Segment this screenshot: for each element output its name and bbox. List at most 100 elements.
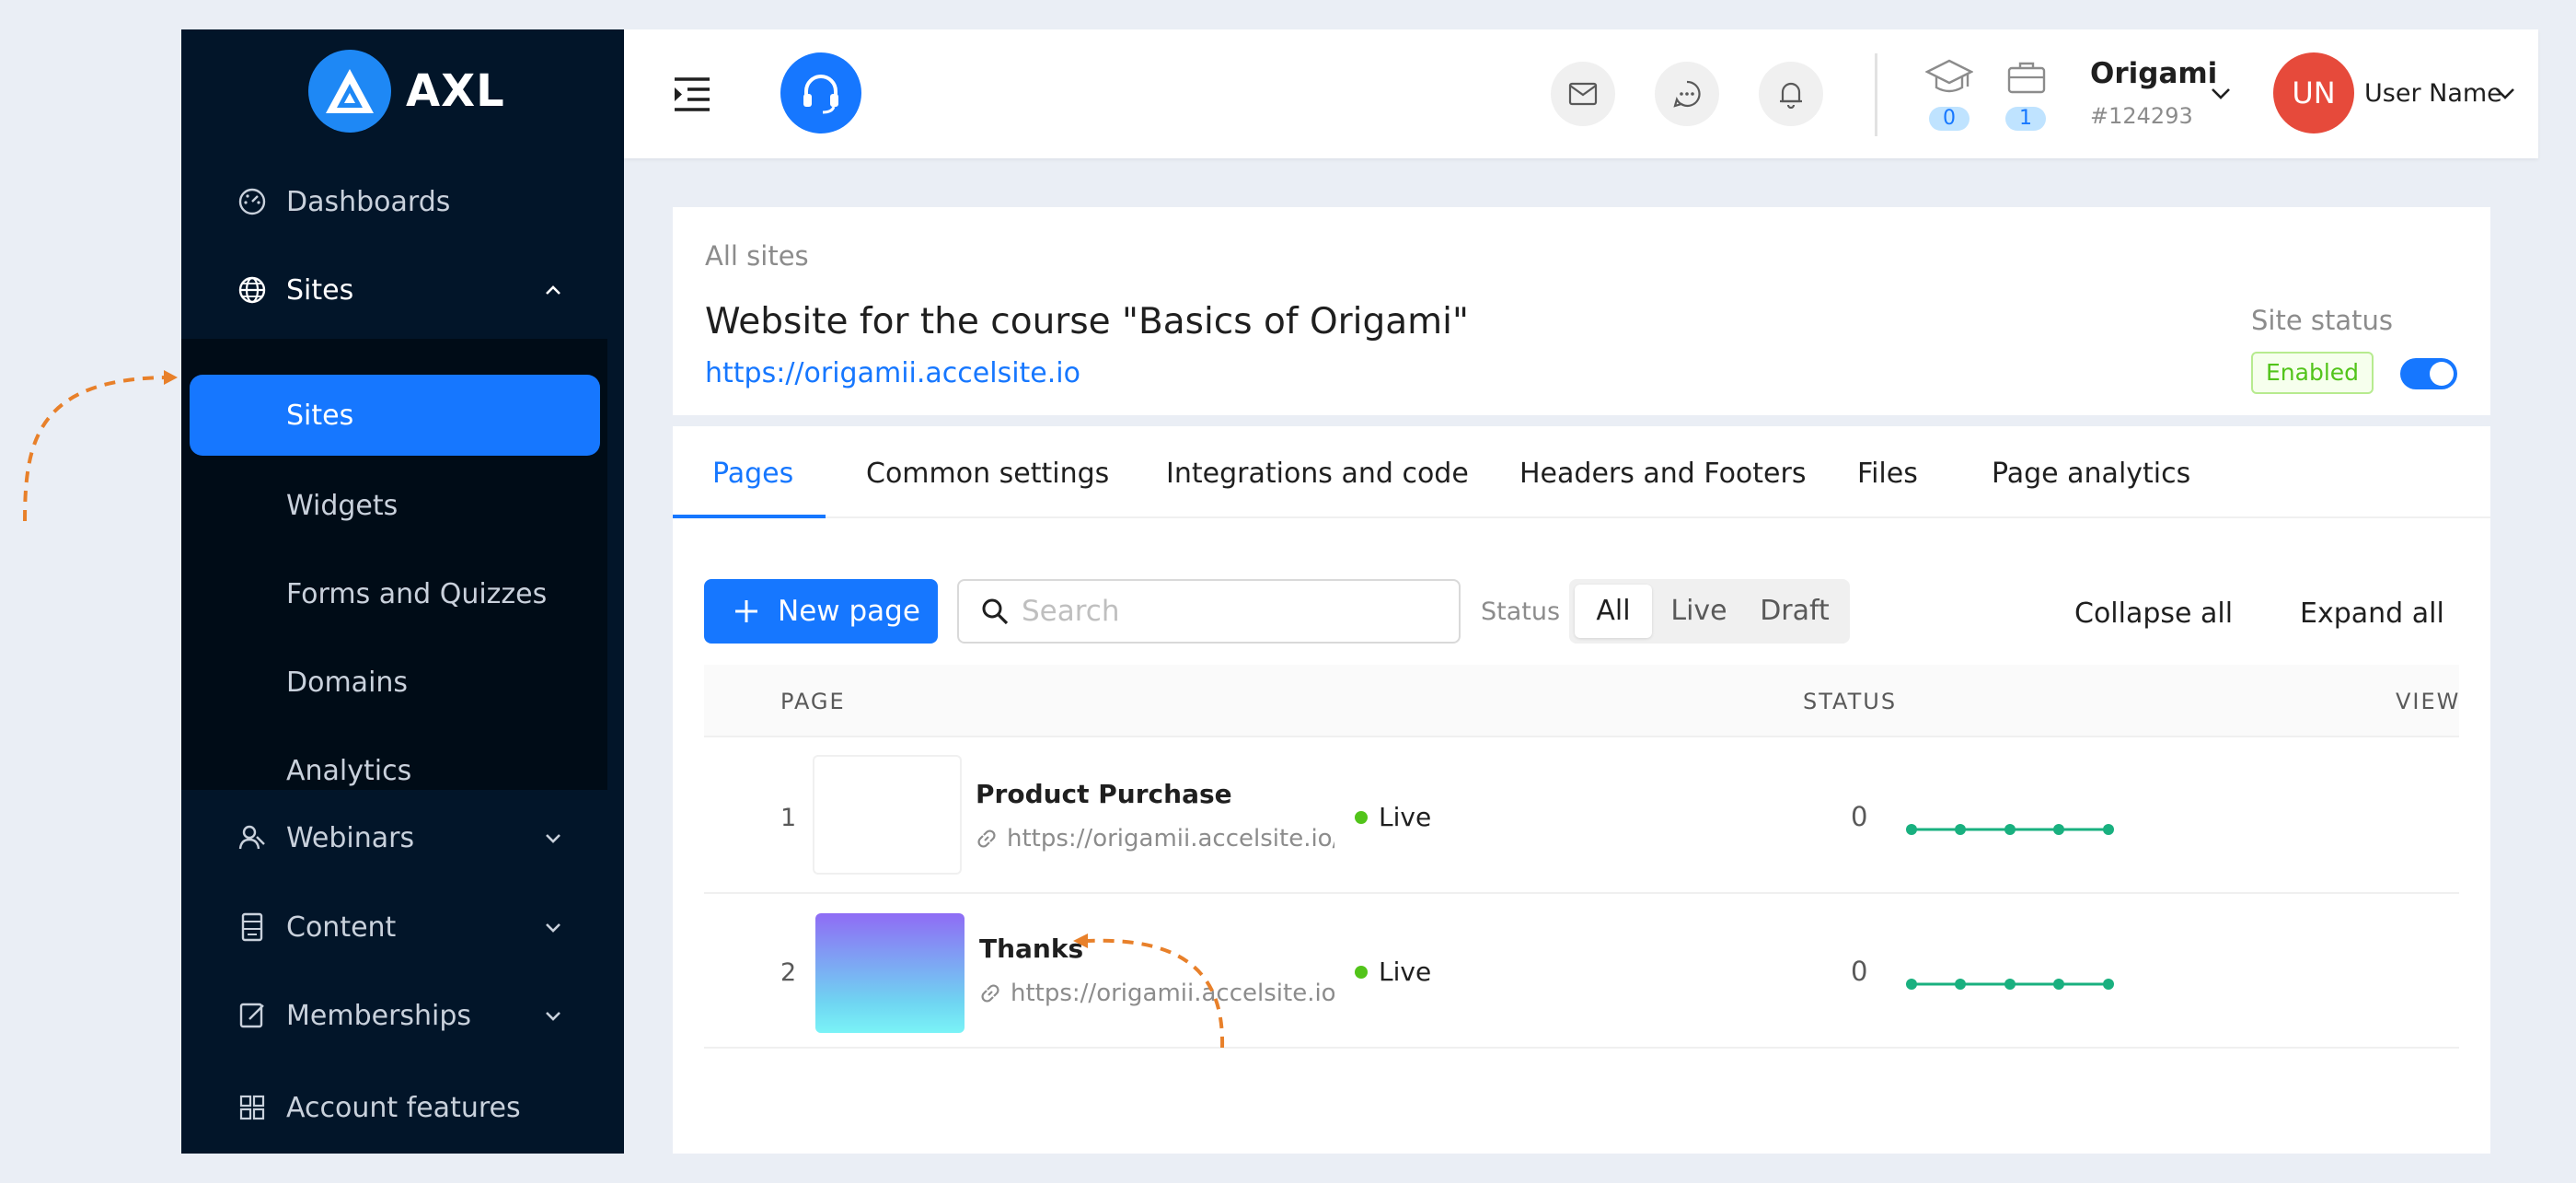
tab-page-analytics[interactable]: Page analytics — [1992, 458, 2190, 490]
tab-pages[interactable]: Pages — [712, 458, 793, 490]
courses-count-badge: 0 — [1929, 107, 1970, 131]
user-name[interactable]: User Name — [2364, 79, 2502, 108]
tab-files[interactable]: Files — [1857, 458, 1918, 490]
status-cell: Live — [1355, 802, 1431, 832]
expand-all-button[interactable]: Expand all — [2300, 597, 2444, 630]
bell-icon — [1780, 82, 1802, 109]
table-row[interactable]: 2 Thanks https://origamii.accelsite.io/t… — [704, 894, 2459, 1049]
notifications-button[interactable] — [1759, 62, 1823, 126]
page-thumbnail[interactable] — [815, 913, 965, 1033]
brand-logo[interactable]: AXL — [308, 50, 505, 133]
chat-icon — [1673, 80, 1701, 108]
tab-integrations[interactable]: Integrations and code — [1166, 458, 1469, 490]
sidebar: AXL Dashboards Sites Sites Widgets Forms… — [181, 29, 624, 1154]
top-header: 0 1 Origami #124293 UN User Name — [624, 29, 2538, 158]
status-option-draft[interactable]: Draft — [1746, 585, 1843, 638]
page-url-text: https://origamii.accelsite.io/thanks — [1011, 980, 1334, 1007]
submenu-item-label: Sites — [286, 399, 354, 432]
axl-logo-icon — [308, 50, 391, 133]
grid-icon — [239, 1095, 265, 1120]
menu-fold-icon[interactable] — [673, 76, 711, 111]
site-status-label: Site status — [2251, 305, 2394, 336]
status-option-live[interactable]: Live — [1658, 585, 1740, 638]
new-page-label: New page — [778, 595, 920, 628]
sidebar-item-label: Content — [286, 910, 397, 944]
pages-card: Pages Common settings Integrations and c… — [673, 426, 2490, 1154]
live-dot-icon — [1355, 965, 1368, 979]
user-avatar[interactable]: UN — [2273, 52, 2354, 133]
column-header-views: VIEWS — [2396, 689, 2459, 714]
column-header-page: PAGE — [780, 689, 846, 714]
chevron-down-icon[interactable] — [2210, 85, 2232, 103]
submenu-item-forms-quizzes[interactable]: Forms and Quizzes — [181, 552, 607, 635]
sites-submenu: Sites Widgets Forms and Quizzes Domains … — [181, 339, 607, 790]
page-url[interactable]: https://origamii.accelsite.io/thanks — [979, 980, 1334, 1007]
submenu-item-label: Analytics — [286, 754, 412, 787]
mail-button[interactable] — [1551, 62, 1615, 126]
submenu-item-label: Domains — [286, 666, 409, 699]
sidebar-item-label: Memberships — [286, 999, 472, 1032]
status-badge: Enabled — [2251, 352, 2374, 394]
sidebar-item-dashboards[interactable]: Dashboards — [181, 165, 624, 238]
table-row[interactable]: 1 Product Purchase https://origamii.acce… — [704, 739, 2459, 894]
status-option-all[interactable]: All — [1575, 585, 1652, 638]
collapse-all-button[interactable]: Collapse all — [2074, 597, 2233, 630]
arrowhead-icon — [164, 370, 178, 385]
page-name[interactable]: Thanks — [979, 934, 1083, 964]
sidebar-item-content[interactable]: Content — [181, 890, 624, 964]
submenu-item-widgets[interactable]: Widgets — [181, 464, 607, 547]
sidebar-item-memberships[interactable]: Memberships — [181, 979, 624, 1052]
chevron-up-icon — [546, 285, 560, 295]
sidebar-item-label: Dashboards — [286, 185, 451, 218]
sidebar-item-account-features[interactable]: Account features — [181, 1071, 624, 1144]
link-icon — [981, 984, 999, 1003]
user-webinar-icon — [238, 825, 265, 850]
new-page-button[interactable]: New page — [704, 579, 938, 644]
live-dot-icon — [1355, 810, 1368, 824]
org-id: #124293 — [2090, 103, 2193, 129]
row-number: 1 — [780, 804, 797, 832]
row-number: 2 — [780, 958, 797, 987]
header-divider — [1875, 53, 1877, 136]
status-filter: All Live Draft — [1569, 579, 1850, 644]
status-text: Live — [1379, 957, 1432, 987]
support-button[interactable] — [780, 52, 861, 133]
submenu-item-label: Widgets — [286, 489, 399, 522]
breadcrumb[interactable]: All sites — [705, 240, 809, 272]
search-input[interactable] — [1022, 595, 1445, 628]
table-header: PAGE STATUS VIEWS — [704, 665, 2459, 737]
views-count: 0 — [1851, 956, 1868, 987]
status-cell: Live — [1355, 957, 1431, 987]
site-status-toggle[interactable] — [2400, 358, 2457, 389]
search-box — [957, 579, 1461, 644]
views-sparkline — [1906, 824, 2114, 835]
tab-headers-footers[interactable]: Headers and Footers — [1519, 458, 1806, 490]
sidebar-item-label: Account features — [286, 1091, 521, 1124]
submenu-item-sites[interactable]: Sites — [190, 375, 600, 456]
briefcase-icon[interactable] — [2006, 59, 2047, 96]
org-name[interactable]: Origami — [2090, 57, 2217, 90]
tab-bar: Pages Common settings Integrations and c… — [673, 426, 2490, 518]
graduation-cap-icon[interactable] — [1925, 57, 1973, 98]
page-url[interactable]: https://origamii.accelsite.io/buy — [976, 825, 1334, 852]
submenu-item-label: Forms and Quizzes — [286, 577, 548, 610]
submenu-item-domains[interactable]: Domains — [181, 641, 607, 724]
chevron-down-icon — [546, 1012, 560, 1021]
annotation-arrow-sites — [23, 376, 167, 522]
chevron-down-icon — [546, 923, 560, 933]
sidebar-item-webinars[interactable]: Webinars — [181, 801, 624, 875]
globe-icon — [238, 276, 266, 304]
plus-icon — [735, 600, 757, 622]
chat-button[interactable] — [1655, 62, 1719, 126]
tab-common-settings[interactable]: Common settings — [866, 458, 1109, 490]
page-thumbnail[interactable] — [813, 755, 962, 875]
site-url-link[interactable]: https://origamii.accelsite.io — [705, 357, 1080, 389]
headset-icon — [803, 75, 838, 114]
status-filter-label: Status — [1481, 597, 1561, 626]
chevron-down-icon[interactable] — [2494, 85, 2516, 103]
page-name[interactable]: Product Purchase — [976, 779, 1232, 809]
views-count: 0 — [1851, 801, 1868, 832]
submenu-item-analytics[interactable]: Analytics — [181, 729, 607, 812]
views-sparkline — [1906, 979, 2114, 990]
sidebar-item-sites[interactable]: Sites — [181, 253, 624, 327]
